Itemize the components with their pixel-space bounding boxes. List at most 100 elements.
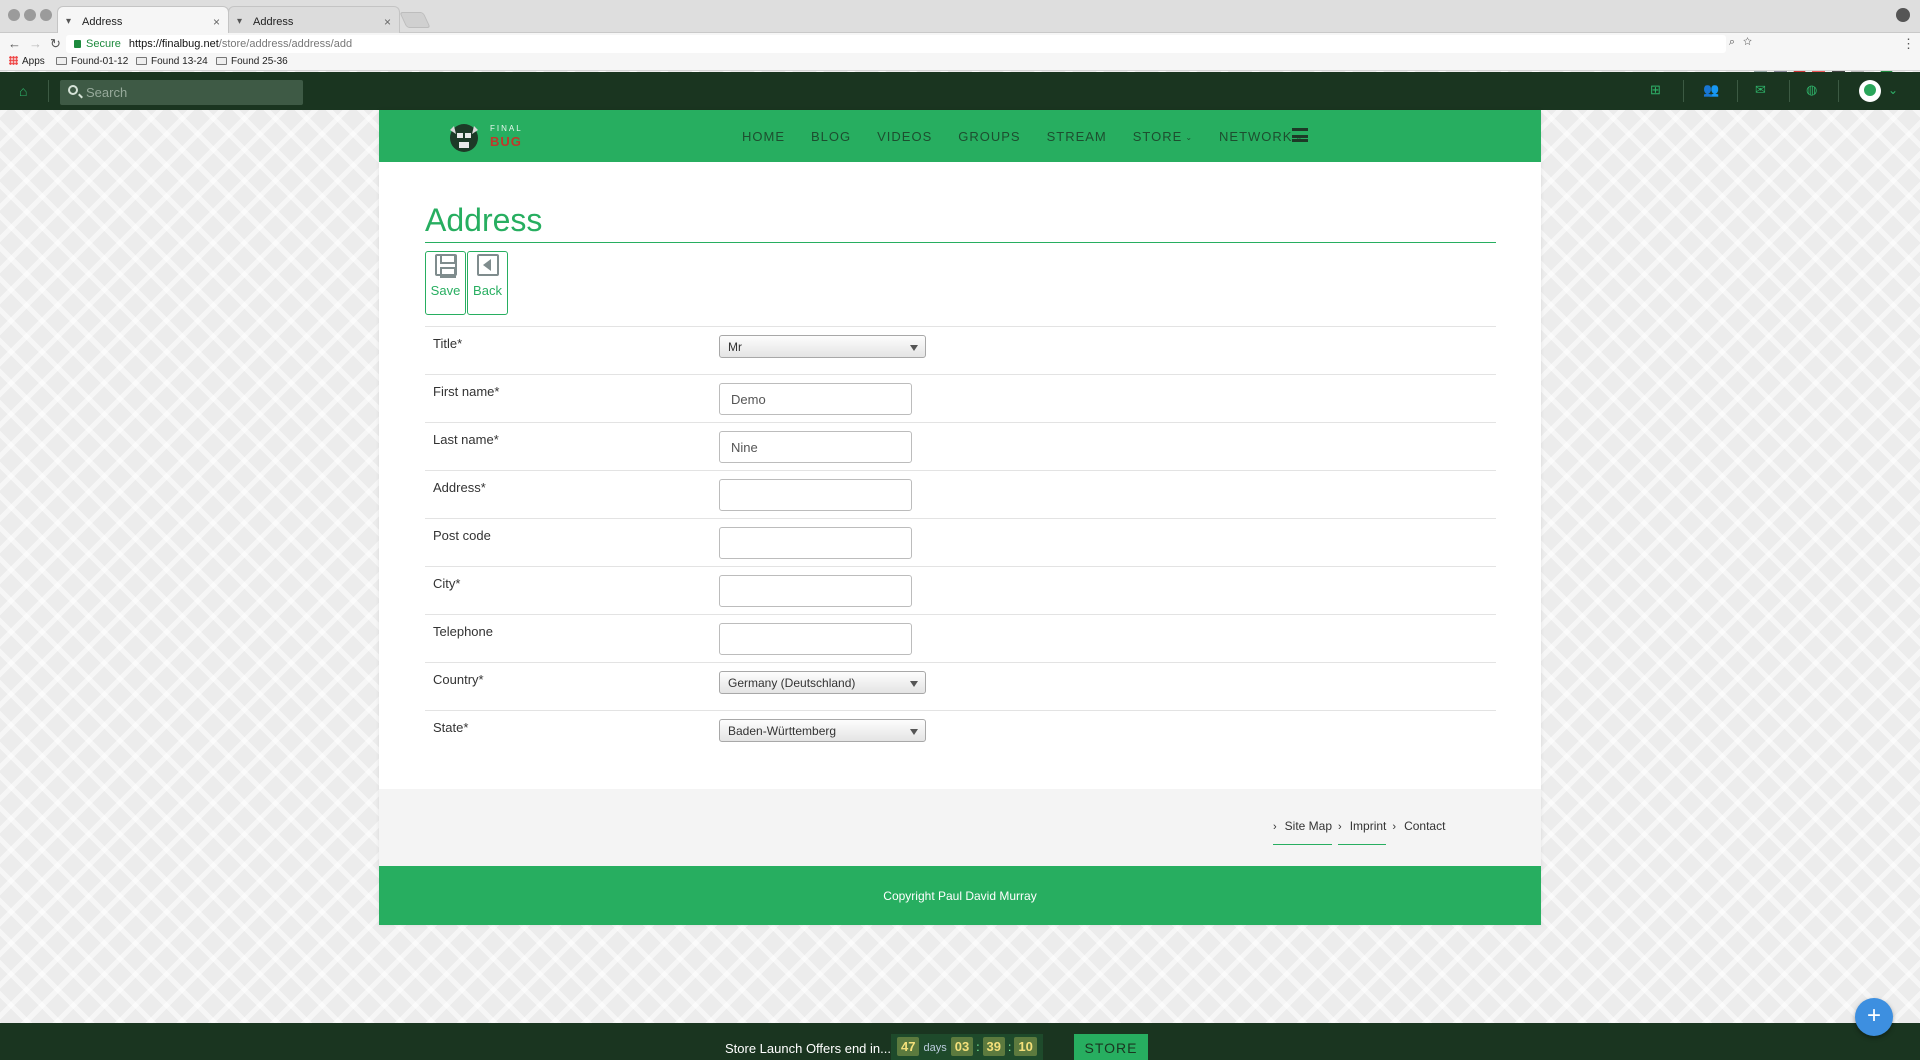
footer-links: › Site Map › Imprint › Contact [1273,819,1451,845]
dropdown-arrow-icon [910,681,918,687]
countdown-minutes: 39 [982,1037,1005,1056]
nav-menu: HOME BLOG VIDEOS GROUPS STREAM STORE ⌄ NE… [742,129,1329,144]
apps-grid-icon [9,56,18,65]
divider [48,80,49,102]
back-arrow-icon[interactable]: ← [8,36,21,51]
browser-profile-icon[interactable] [1896,8,1910,22]
forward-arrow-icon[interactable]: → [29,36,42,51]
back-label: Back [473,283,502,298]
form-row-last-name: Last name* [425,422,1496,470]
title-select[interactable]: Mr [719,335,926,358]
form-row-first-name: First name* [425,374,1496,422]
search-box[interactable] [60,80,303,105]
title-divider [425,242,1496,243]
chevron-right-icon: › [1273,821,1277,833]
city-field[interactable] [719,575,912,607]
store-button[interactable]: STORE [1074,1034,1148,1060]
url-path: /store/address/address/add [218,38,353,50]
tab-close-icon[interactable]: × [384,15,391,29]
url-host: https://finalbug.net [128,38,219,50]
site-container: FINAL BUG HOME BLOG VIDEOS GROUPS STREAM… [379,110,1541,925]
field-label: City* [433,576,461,591]
days-label: days [923,1042,947,1054]
save-button[interactable]: Save [425,251,466,315]
chevron-right-icon: › [1338,821,1342,833]
back-button[interactable]: Back [467,251,508,315]
field-label: State* [433,720,469,735]
dropdown-arrow-icon [910,729,918,735]
address-bar-row: ← → ↻ Secure https://finalbug.net/store/a… [0,33,1920,81]
promo-text: Store Launch Offers end in... [725,1041,891,1056]
window-zoom-dot[interactable] [40,9,52,21]
zoom-icon[interactable]: ⌕ [1729,36,1743,48]
bookmark-star-icon[interactable]: ☆ [1743,36,1760,48]
browser-menu-icon[interactable]: ⋮ [1902,36,1915,52]
nav-blog[interactable]: BLOG [811,129,851,144]
page-title: Address [425,202,543,238]
plus-square-icon[interactable]: ⊞ [1650,83,1661,97]
telephone-field[interactable] [719,623,912,655]
bookmark-folder[interactable]: Found 25-36 [216,56,288,67]
field-label: Country* [433,672,484,687]
site-logo[interactable]: FINAL BUG [446,118,526,154]
search-icon [68,85,78,95]
user-avatar[interactable] [1859,80,1881,102]
form-row-city: City* [425,566,1496,614]
save-label: Save [430,283,461,298]
browser-tab-active[interactable]: ▾ Address × [57,6,229,33]
home-icon[interactable]: ⌂ [19,83,27,99]
logo-text-top: FINAL [490,124,523,133]
reload-icon[interactable]: ↻ [50,36,61,52]
footer-link-imprint[interactable]: › Imprint [1338,819,1387,845]
nav-groups[interactable]: GROUPS [958,129,1020,144]
bookmark-folder[interactable]: Found-01-12 [56,56,128,67]
envelope-icon[interactable]: ✉ [1755,83,1766,97]
hamburger-menu-icon[interactable] [1292,128,1308,142]
site-favicon-icon: ▾ [237,16,243,27]
floppy-disk-icon [435,254,457,278]
nav-network[interactable]: NETWORK ⌄ [1219,129,1303,144]
copyright-text: Copyright Paul David Murray [883,889,1037,903]
country-select[interactable]: Germany (Deutschland) [719,671,926,694]
new-tab-button[interactable] [399,12,431,28]
post-code-field[interactable] [719,527,912,559]
tab-close-icon[interactable]: × [213,15,220,29]
browser-tab-strip: ▾ Address × ▾ Address × [0,0,1920,33]
bookmarks-bar: Apps Found-01-12 Found 13-24 Found 25-36 [0,54,1920,71]
footer-link-contact[interactable]: › Contact [1392,819,1445,845]
footer-link-site-map[interactable]: › Site Map [1273,819,1333,845]
globe-icon[interactable]: ◍ [1806,83,1817,97]
window-minimize-dot[interactable] [24,9,36,21]
state-select[interactable]: Baden-Württemberg [719,719,926,742]
separator: : [1008,1040,1012,1054]
promo-countdown-bar: Store Launch Offers end in... 47 days 03:3… [0,1023,1920,1060]
users-icon[interactable]: 👥 [1703,83,1719,97]
bookmark-apps[interactable]: Apps [9,56,45,67]
browser-tab[interactable]: ▾ Address × [228,6,400,33]
lock-icon [74,40,81,48]
last-name-field[interactable] [719,431,912,463]
form-row-country: Country* Germany (Deutschland) [425,662,1496,710]
copyright-bar: Copyright Paul David Murray [379,866,1541,925]
divider [1789,80,1790,102]
nav-home[interactable]: HOME [742,129,785,144]
search-input[interactable] [86,83,296,102]
omnibox-icons[interactable]: ⌕☆ [1729,36,1760,49]
chevron-down-icon[interactable]: ⌄ [1888,83,1898,97]
add-floating-button[interactable]: + [1855,998,1893,1036]
field-label: Post code [433,528,491,543]
url-bar[interactable]: Secure https://finalbug.net/store/address… [66,35,1726,53]
nav-store[interactable]: STORE ⌄ [1133,129,1193,144]
address-field[interactable] [719,479,912,511]
countdown-days: 47 [897,1037,920,1056]
secure-label: Secure [86,38,121,50]
countdown-hours: 03 [950,1037,974,1056]
nav-stream[interactable]: STREAM [1047,129,1107,144]
window-close-dot[interactable] [8,9,20,21]
footer-links-area: › Site Map › Imprint › Contact [379,789,1541,866]
field-label: Title* [433,336,463,351]
first-name-field[interactable] [719,383,912,415]
site-favicon-icon: ▾ [66,16,72,27]
nav-videos[interactable]: VIDEOS [877,129,932,144]
bookmark-folder[interactable]: Found 13-24 [136,56,208,67]
